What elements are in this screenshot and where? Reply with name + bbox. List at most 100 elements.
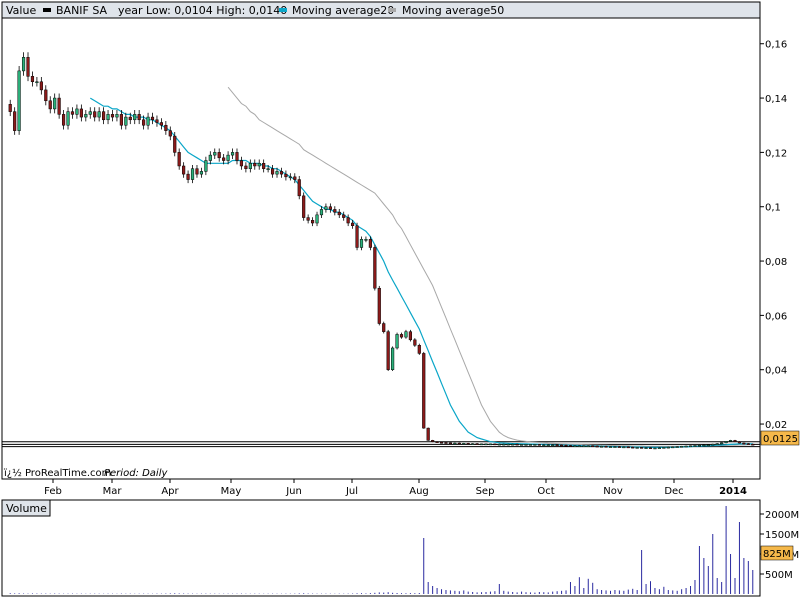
candle-body (39, 81, 43, 91)
candle-body (391, 347, 395, 370)
candle-body (248, 163, 252, 169)
candle-body (422, 353, 426, 429)
candle-body (293, 176, 297, 180)
x-tick-label-1: Mar (103, 486, 123, 497)
candle-body (666, 446, 670, 449)
candle-body (262, 163, 266, 169)
candle-body (199, 171, 204, 175)
candle-body (133, 114, 137, 121)
y-tick-label-1: 0,04 (765, 366, 787, 377)
candle-body (626, 446, 630, 449)
candle-body (21, 57, 26, 72)
candle-body (319, 209, 324, 216)
candle-body (346, 217, 350, 224)
candle-body (542, 444, 546, 446)
candle-body (208, 154, 212, 161)
candle-body (537, 444, 541, 446)
candle-body (102, 111, 106, 121)
source-credit: ï¿½ ProRealTime.com (3, 467, 111, 479)
candle-body (257, 163, 261, 167)
candle-body (462, 443, 466, 445)
ma20-legend-swatch (279, 8, 287, 12)
ma20-legend: Moving average20 (292, 4, 394, 17)
x-tick-label-11: 2014 (719, 486, 747, 497)
candle-body (435, 441, 439, 443)
candle-body (515, 443, 519, 446)
candle-body (84, 114, 88, 118)
candle-body (640, 447, 644, 449)
candle-body (475, 443, 479, 445)
candle-body (399, 334, 404, 338)
candle-body (404, 331, 408, 338)
candle-body (146, 116, 150, 126)
candle-body (342, 214, 346, 218)
volume-panel (1, 499, 761, 597)
candle-body (204, 160, 208, 172)
y-tick-label-2: 0,06 (765, 311, 787, 322)
candle-body (484, 443, 488, 446)
candle-body (386, 331, 390, 370)
candle-body (119, 114, 123, 126)
candle-body (635, 447, 639, 449)
candle-body (751, 443, 755, 446)
candle-body (288, 176, 292, 179)
candle-body (524, 444, 528, 446)
candle-body (471, 443, 475, 445)
series-name: BANIF SA (56, 4, 108, 17)
volume-tick-label-0: 500M (765, 570, 793, 581)
candle-body (164, 124, 168, 131)
candle-body (142, 119, 146, 126)
candle-body (222, 157, 226, 161)
candle-body (511, 443, 515, 446)
candle-body (66, 111, 70, 126)
candle-body (595, 445, 599, 448)
y-tick-label-3: 0,08 (765, 257, 787, 268)
candle-body (417, 345, 421, 354)
candle-body (662, 447, 666, 449)
candle-body (519, 444, 524, 446)
candle-body (186, 173, 190, 180)
candle-body (706, 444, 710, 446)
candle-body (328, 206, 332, 210)
candle-body (61, 114, 66, 126)
candle-body (466, 443, 470, 445)
candle-body (426, 427, 430, 441)
candle-body (648, 447, 653, 449)
candle-body (702, 444, 706, 447)
x-tick-label-6: Aug (409, 486, 429, 497)
candle-body (568, 445, 573, 447)
candle-body (230, 152, 235, 156)
candle-body (8, 104, 12, 112)
candle-body (688, 445, 693, 448)
candle-body (720, 442, 724, 445)
candle-body (644, 447, 648, 449)
x-tick-label-9: Nov (603, 486, 623, 497)
x-tick-label-7: Sep (476, 486, 495, 497)
candle-body (244, 165, 248, 169)
candle-body (604, 446, 608, 448)
candle-body (306, 217, 310, 221)
candle-body (577, 445, 581, 448)
candle-body (733, 440, 737, 442)
candle-body (479, 443, 484, 446)
candle-body (533, 444, 537, 446)
value-label: Value (6, 4, 36, 17)
x-tick-label-5: Jul (345, 486, 358, 497)
candle-body (675, 446, 679, 448)
period-label: Period: Daily (104, 468, 168, 479)
x-tick-label-0: Feb (44, 486, 62, 497)
candle-body (631, 446, 635, 449)
candle-body (413, 339, 417, 346)
candle-body (310, 220, 315, 224)
x-tick-label-10: Dec (664, 486, 683, 497)
candle-body (431, 440, 435, 442)
candle-body (355, 225, 359, 248)
candle-body (715, 443, 719, 445)
candle-body (497, 443, 501, 446)
candle-body (270, 168, 275, 175)
candle-body (502, 443, 506, 446)
candle-body (97, 111, 101, 118)
x-tick-label-8: Oct (537, 486, 554, 497)
candle-body (439, 441, 444, 444)
candle-body (591, 445, 595, 448)
